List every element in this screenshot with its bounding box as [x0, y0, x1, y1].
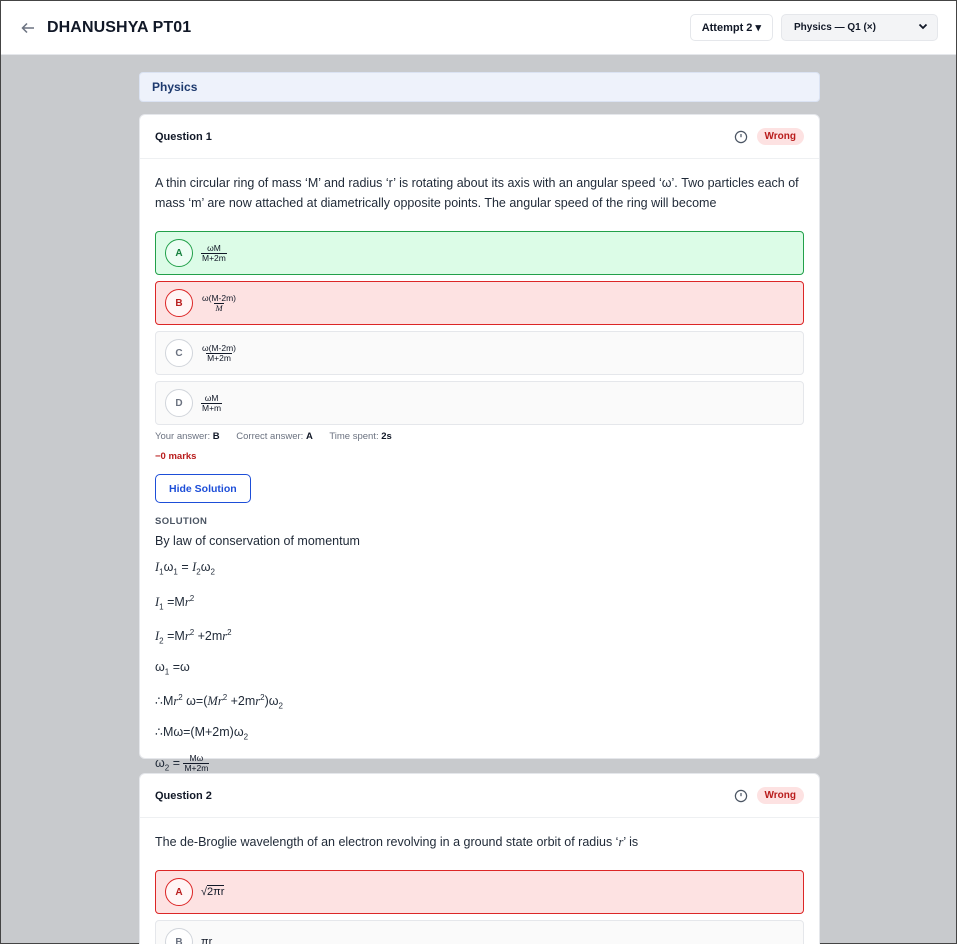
option-value: πr	[201, 936, 213, 944]
option-letter: D	[165, 389, 193, 417]
chevron-down-icon	[917, 20, 929, 35]
question-card-1: Question 1 Wrong A thin circular ring of…	[139, 114, 820, 773]
subject-header: Physics	[139, 72, 820, 102]
solution-equation: I1ω1 = I2ω2	[155, 560, 215, 577]
question-title: Question 1	[155, 130, 212, 143]
question-select[interactable]: Physics — Q1 (×)	[781, 14, 938, 41]
question-title: Question 2	[155, 789, 212, 802]
solution-equation: I1 =Mr2	[155, 593, 195, 612]
option-fraction: ωM M+m	[201, 392, 223, 413]
status-badge: Wrong	[756, 128, 804, 145]
solution-intro: By law of conservation of momentum	[155, 534, 360, 548]
status-badge: Wrong	[756, 787, 804, 804]
question-select-value: Physics — Q1 (×)	[794, 22, 876, 33]
option-letter: C	[165, 339, 193, 367]
solution-equation: I2 =Mr2 +2mr2	[155, 628, 232, 646]
solution-equations: I1ω1 = I2ω2 I1 =Mr2 I2 =Mr2 +2mr2 ω1 =ω …	[155, 559, 804, 777]
option-value: √2πr	[201, 885, 225, 898]
option-letter: A	[165, 878, 193, 906]
solution-label: SOLUTION	[155, 516, 208, 527]
question-card-2: Question 2 Wrong The de-Broglie waveleng…	[139, 773, 820, 944]
option-fraction: ωM M+2m	[201, 242, 227, 263]
option-c[interactable]: C ω(M-2m) M+2m	[155, 331, 804, 375]
option-a[interactable]: A √2πr	[155, 870, 804, 914]
answer-summary: Your answer: B Correct answer: A Time sp…	[155, 431, 392, 442]
time-spent: 2s	[381, 431, 392, 442]
option-letter: B	[165, 928, 193, 944]
solution-equation: ∴Mr2 ω=(Mr2 +2mr2)ω2	[155, 693, 283, 711]
page-title: DHANUSHYA PT01	[47, 18, 192, 36]
marks-awarded: −0 marks	[155, 451, 197, 462]
option-fraction: ω(M-2m) M	[202, 292, 237, 313]
correct-answer: A	[305, 431, 313, 442]
option-letter: B	[165, 289, 193, 317]
question-text: A thin circular ring of mass ‘M’ and rad…	[155, 176, 799, 210]
option-b[interactable]: B ω(M-2m) M	[155, 281, 804, 325]
clock-icon[interactable]	[734, 130, 748, 144]
top-bar: DHANUSHYA PT01 Attempt 2 ▾ Physics — Q1 …	[1, 1, 956, 55]
option-b[interactable]: B πr	[155, 920, 804, 944]
your-answer: B	[212, 431, 220, 442]
hide-solution-button[interactable]: Hide Solution	[155, 474, 251, 503]
attempt-dropdown-button[interactable]: Attempt 2 ▾	[689, 14, 773, 41]
solution-equation: ∴Mω=(M+2m)ω2	[155, 724, 249, 742]
option-a[interactable]: A ωM M+2m	[155, 231, 804, 275]
question-header: Question 2 Wrong	[140, 774, 819, 818]
option-letter: A	[165, 239, 193, 267]
option-fraction: ω(M-2m) M+2m	[202, 342, 237, 363]
solution-equation: ω1 =ω	[155, 659, 190, 677]
back-arrow-icon[interactable]	[19, 19, 37, 37]
clock-icon[interactable]	[734, 789, 748, 803]
question-text: The de-Broglie wavelength of an electron…	[155, 835, 639, 849]
question-header: Question 1 Wrong	[140, 115, 819, 159]
option-d[interactable]: D ωM M+m	[155, 381, 804, 425]
